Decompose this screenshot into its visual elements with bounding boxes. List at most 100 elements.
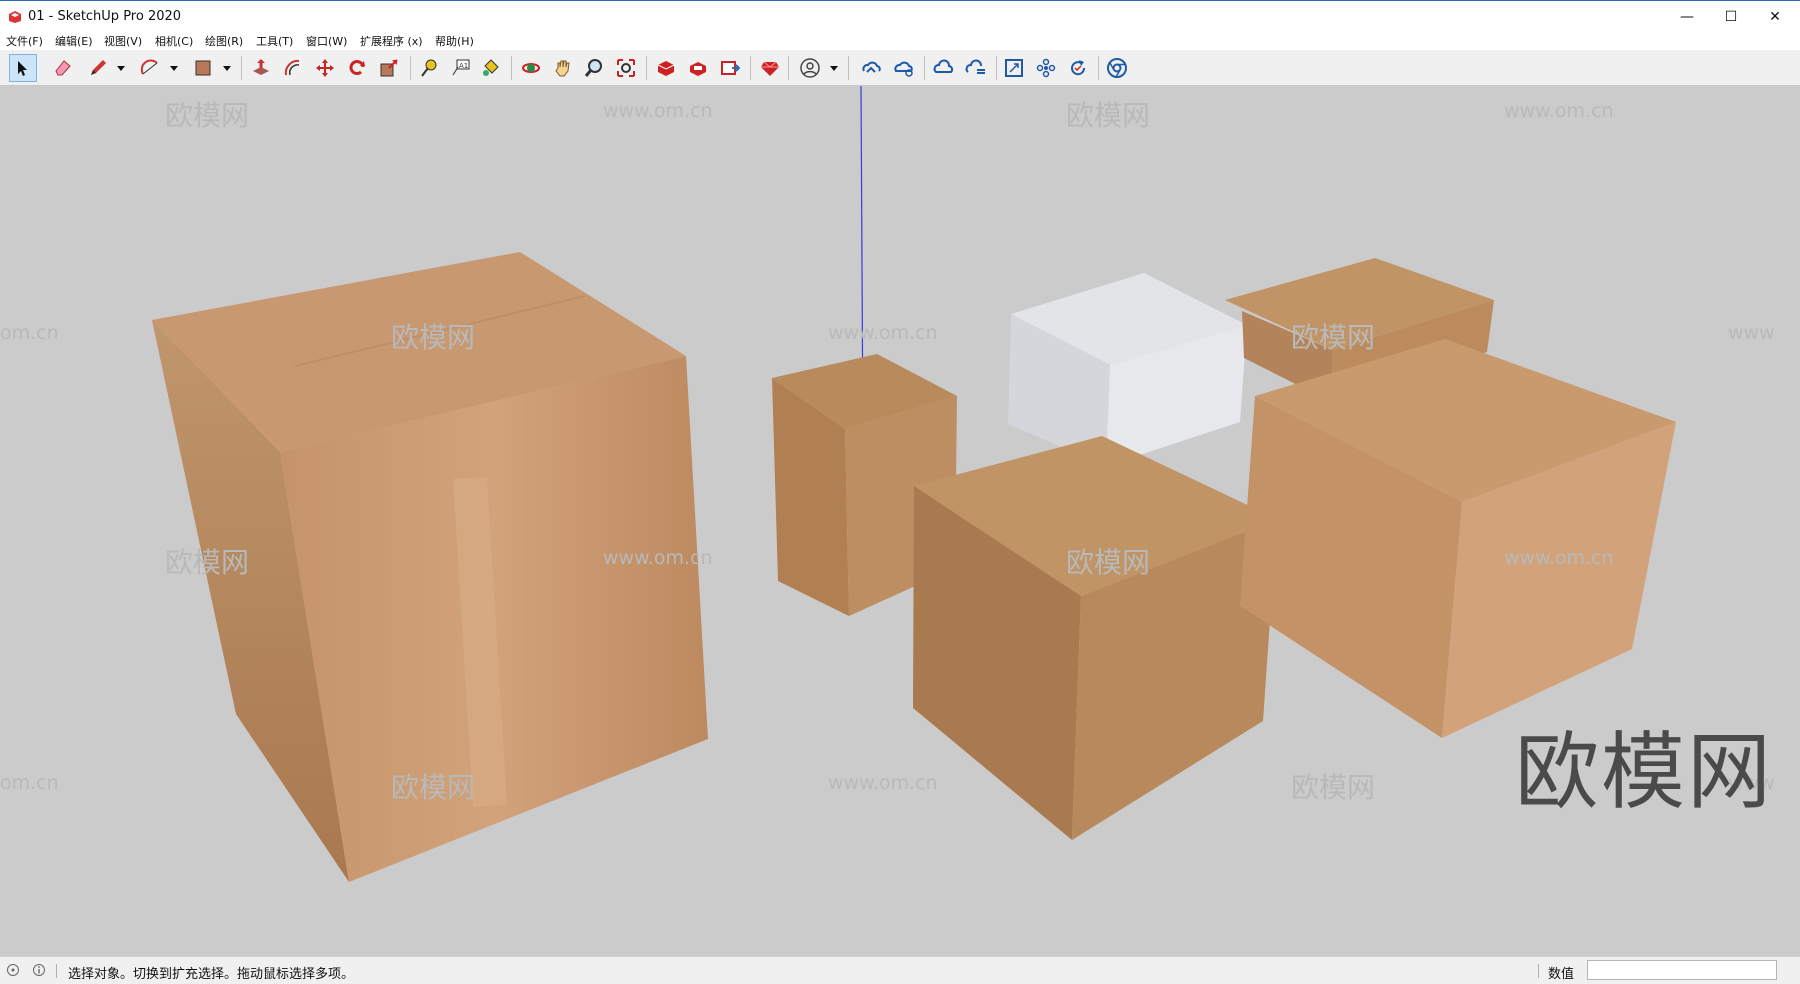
menu-camera[interactable]: 相机(C) — [155, 33, 193, 49]
pan-icon — [555, 60, 570, 77]
white-box[interactable] — [1008, 273, 1247, 466]
refresh-icon — [1071, 60, 1086, 76]
orbit-icon — [522, 63, 540, 73]
account-button[interactable] — [796, 54, 824, 82]
watermark-edge: om.cn — [0, 322, 59, 344]
pencil-tool-button[interactable] — [84, 54, 112, 82]
move-tool-button[interactable] — [311, 54, 339, 82]
close-button[interactable]: ✕ — [1753, 1, 1797, 33]
watermark-text: 欧模网 — [1291, 771, 1376, 804]
measurements-input[interactable] — [1587, 960, 1777, 980]
account-icon — [800, 58, 820, 78]
geo-location-icon[interactable] — [6, 963, 20, 977]
menu-extensions[interactable]: 扩展程序 (x) — [360, 33, 423, 49]
tape-measure-icon — [421, 59, 437, 77]
ruby-console-button[interactable] — [756, 54, 784, 82]
watermark-url: www.om.cn — [828, 772, 938, 794]
toolbar-separator — [924, 56, 925, 80]
cloud-button[interactable] — [930, 54, 958, 82]
offset-icon — [284, 59, 300, 76]
tape-measure-tool-button[interactable] — [415, 54, 443, 82]
info-icon[interactable] — [32, 963, 46, 977]
menu-help[interactable]: 帮助(H) — [435, 33, 474, 49]
right-cardboard-box[interactable] — [1240, 339, 1676, 738]
cloud-sync-button[interactable] — [962, 54, 990, 82]
zoom-tool-button[interactable] — [580, 54, 608, 82]
components-button[interactable] — [1032, 54, 1060, 82]
layout-icon — [721, 61, 740, 75]
rotate-tool-button[interactable] — [343, 54, 371, 82]
extension-warehouse-button[interactable] — [684, 54, 712, 82]
text-icon: A1 — [452, 59, 470, 76]
trimble-share-button[interactable] — [890, 54, 918, 82]
scale-tool-button[interactable] — [375, 54, 403, 82]
watermark-url: www.om.cn — [828, 322, 938, 344]
maximize-button[interactable]: ☐ — [1709, 1, 1753, 33]
watermark-url: www.om.cn — [1504, 100, 1614, 122]
fit-view-icon — [1005, 59, 1023, 77]
watermark-text: 欧模网 — [1066, 99, 1151, 132]
status-divider — [1538, 964, 1539, 978]
menu-draw[interactable]: 绘图(R) — [205, 33, 243, 49]
svg-text:A1: A1 — [459, 62, 468, 70]
zoom-extents-tool-button[interactable] — [612, 54, 640, 82]
menu-edit[interactable]: 编辑(E) — [55, 33, 93, 49]
zoom-icon — [584, 59, 602, 77]
paint-bucket-tool-button[interactable] — [477, 54, 505, 82]
pencil-icon — [91, 60, 106, 75]
text-tool-button[interactable]: A1 — [447, 54, 475, 82]
arc-icon — [140, 59, 158, 75]
chrome-button[interactable] — [1103, 54, 1131, 82]
offset-tool-button[interactable] — [279, 54, 307, 82]
cloud-sync-icon — [965, 59, 985, 74]
paint-bucket-icon — [483, 59, 499, 76]
rectangle-icon — [195, 60, 211, 76]
watermark-url: www.om.cn — [603, 100, 713, 122]
account-dropdown-icon[interactable] — [829, 62, 839, 74]
toolbar-separator — [511, 56, 512, 80]
menu-window[interactable]: 窗口(W) — [306, 33, 347, 49]
arc-dropdown-icon[interactable] — [169, 62, 179, 74]
medium-cardboard-box[interactable] — [913, 436, 1277, 840]
move-icon — [316, 59, 334, 77]
status-message: 选择对象。切换到扩充选择。拖动鼠标选择多项。 — [68, 967, 355, 982]
arc-tool-button[interactable] — [136, 54, 164, 82]
menu-file[interactable]: 文件(F) — [6, 33, 43, 49]
measurements-label: 数值 — [1548, 967, 1575, 982]
rectangle-dropdown-icon[interactable] — [222, 62, 232, 74]
pencil-dropdown-icon[interactable] — [116, 62, 126, 74]
trimble-connect-button[interactable] — [858, 54, 886, 82]
menu-tools[interactable]: 工具(T) — [256, 33, 293, 49]
watermark-text: 欧模网 — [391, 321, 476, 354]
cloud-icon — [933, 59, 954, 73]
refresh-button[interactable] — [1064, 54, 1092, 82]
pan-tool-button[interactable] — [549, 54, 577, 82]
select-tool-button[interactable] — [9, 54, 37, 82]
watermark-url: www.om.cn — [603, 547, 713, 569]
eraser-tool-button[interactable] — [49, 54, 77, 82]
title-bar: 01 - SketchUp Pro 2020 — ☐ ✕ — [0, 0, 1800, 32]
maximize-icon: ☐ — [1724, 9, 1738, 25]
toolbar-separator — [848, 56, 849, 80]
push-pull-tool-button[interactable] — [247, 54, 275, 82]
push-pull-icon — [253, 59, 269, 75]
watermark-text: 欧模网 — [1066, 546, 1151, 579]
orbit-tool-button[interactable] — [517, 54, 545, 82]
rotate-icon — [349, 60, 365, 75]
rectangle-tool-button[interactable] — [189, 54, 217, 82]
minimize-button[interactable]: — — [1665, 1, 1709, 33]
send-to-layout-button[interactable] — [716, 54, 744, 82]
3d-warehouse-button[interactable] — [652, 54, 680, 82]
minimize-icon: — — [1680, 9, 1694, 25]
status-bar: 选择对象。切换到扩充选择。拖动鼠标选择多项。 数值 — [0, 956, 1800, 984]
scale-icon — [380, 59, 398, 77]
toolbar-separator — [241, 56, 242, 80]
fit-view-button[interactable] — [1000, 54, 1028, 82]
chrome-icon — [1107, 58, 1127, 78]
watermark-text: 欧模网 — [165, 99, 250, 132]
trimble-connect-icon — [862, 61, 881, 73]
sketchup-logo-icon — [9, 11, 21, 23]
menu-view[interactable]: 视图(V) — [104, 33, 142, 49]
close-icon: ✕ — [1769, 9, 1781, 25]
toolbar: A1 — [0, 50, 1800, 86]
